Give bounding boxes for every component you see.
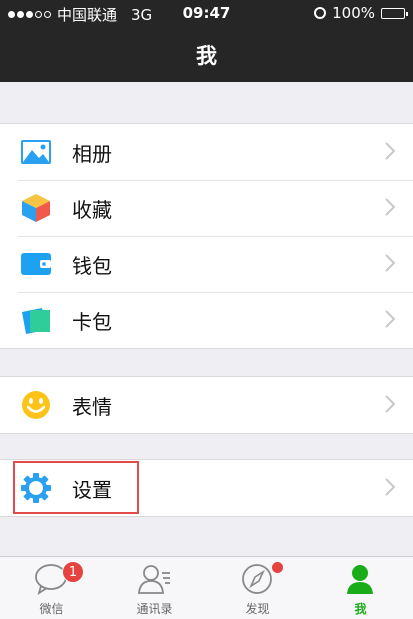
status-bar: 中国联通 3G 09:47 100% <box>0 0 413 26</box>
tab-label: 微信 <box>39 602 64 616</box>
menu-item-card-holder[interactable]: 卡包 <box>0 292 413 348</box>
new-content-dot <box>272 562 283 573</box>
compass-icon <box>242 564 272 594</box>
me-person-icon <box>347 565 373 594</box>
emoji-smile-icon <box>22 391 50 419</box>
menu-item-label: 收藏 <box>72 198 112 222</box>
menu-item-emoji[interactable]: 表情 <box>0 377 413 433</box>
chevron-right-icon <box>385 478 395 496</box>
menu-item-album[interactable]: 相册 <box>0 124 413 180</box>
menu-group-main: 相册 收藏 钱包 卡包 <box>0 123 413 349</box>
alarm-icon <box>314 7 327 19</box>
battery-percent: 100% <box>332 4 375 22</box>
tab-discover[interactable]: 发现 <box>206 557 309 619</box>
tab-label: 发现 <box>245 602 270 616</box>
nav-bar: 我 <box>0 26 413 82</box>
status-right: 100% <box>314 4 408 22</box>
favorites-cube-icon <box>22 194 50 222</box>
tab-me[interactable]: 我 <box>309 557 412 619</box>
battery-icon <box>381 7 408 19</box>
menu-item-label: 相册 <box>72 142 112 166</box>
tab-chats[interactable]: 1 微信 <box>0 557 103 619</box>
menu-item-favorites[interactable]: 收藏 <box>0 180 413 236</box>
chevron-right-icon <box>385 254 395 272</box>
menu-item-label: 卡包 <box>72 310 112 334</box>
tab-label: 我 <box>354 602 367 616</box>
tab-bar: 1 微信 通讯录 发现 我 <box>0 556 413 619</box>
chevron-right-icon <box>385 198 395 216</box>
card-holder-icon <box>22 308 50 334</box>
chevron-right-icon <box>385 395 395 413</box>
tab-label: 通讯录 <box>136 602 173 616</box>
tab-contacts[interactable]: 通讯录 <box>103 557 206 619</box>
menu-item-label: 表情 <box>72 395 112 419</box>
contacts-icon <box>138 565 170 594</box>
chevron-right-icon <box>385 142 395 160</box>
menu-item-label: 钱包 <box>72 254 112 278</box>
page-title: 我 <box>196 44 217 68</box>
menu-group-stickers: 表情 <box>0 376 413 434</box>
annotation-highlight-box <box>13 461 139 514</box>
wallet-icon <box>21 253 51 275</box>
chevron-right-icon <box>385 310 395 328</box>
unread-badge: 1 <box>62 561 84 583</box>
photo-album-icon <box>21 140 51 164</box>
menu-item-wallet[interactable]: 钱包 <box>0 236 413 292</box>
